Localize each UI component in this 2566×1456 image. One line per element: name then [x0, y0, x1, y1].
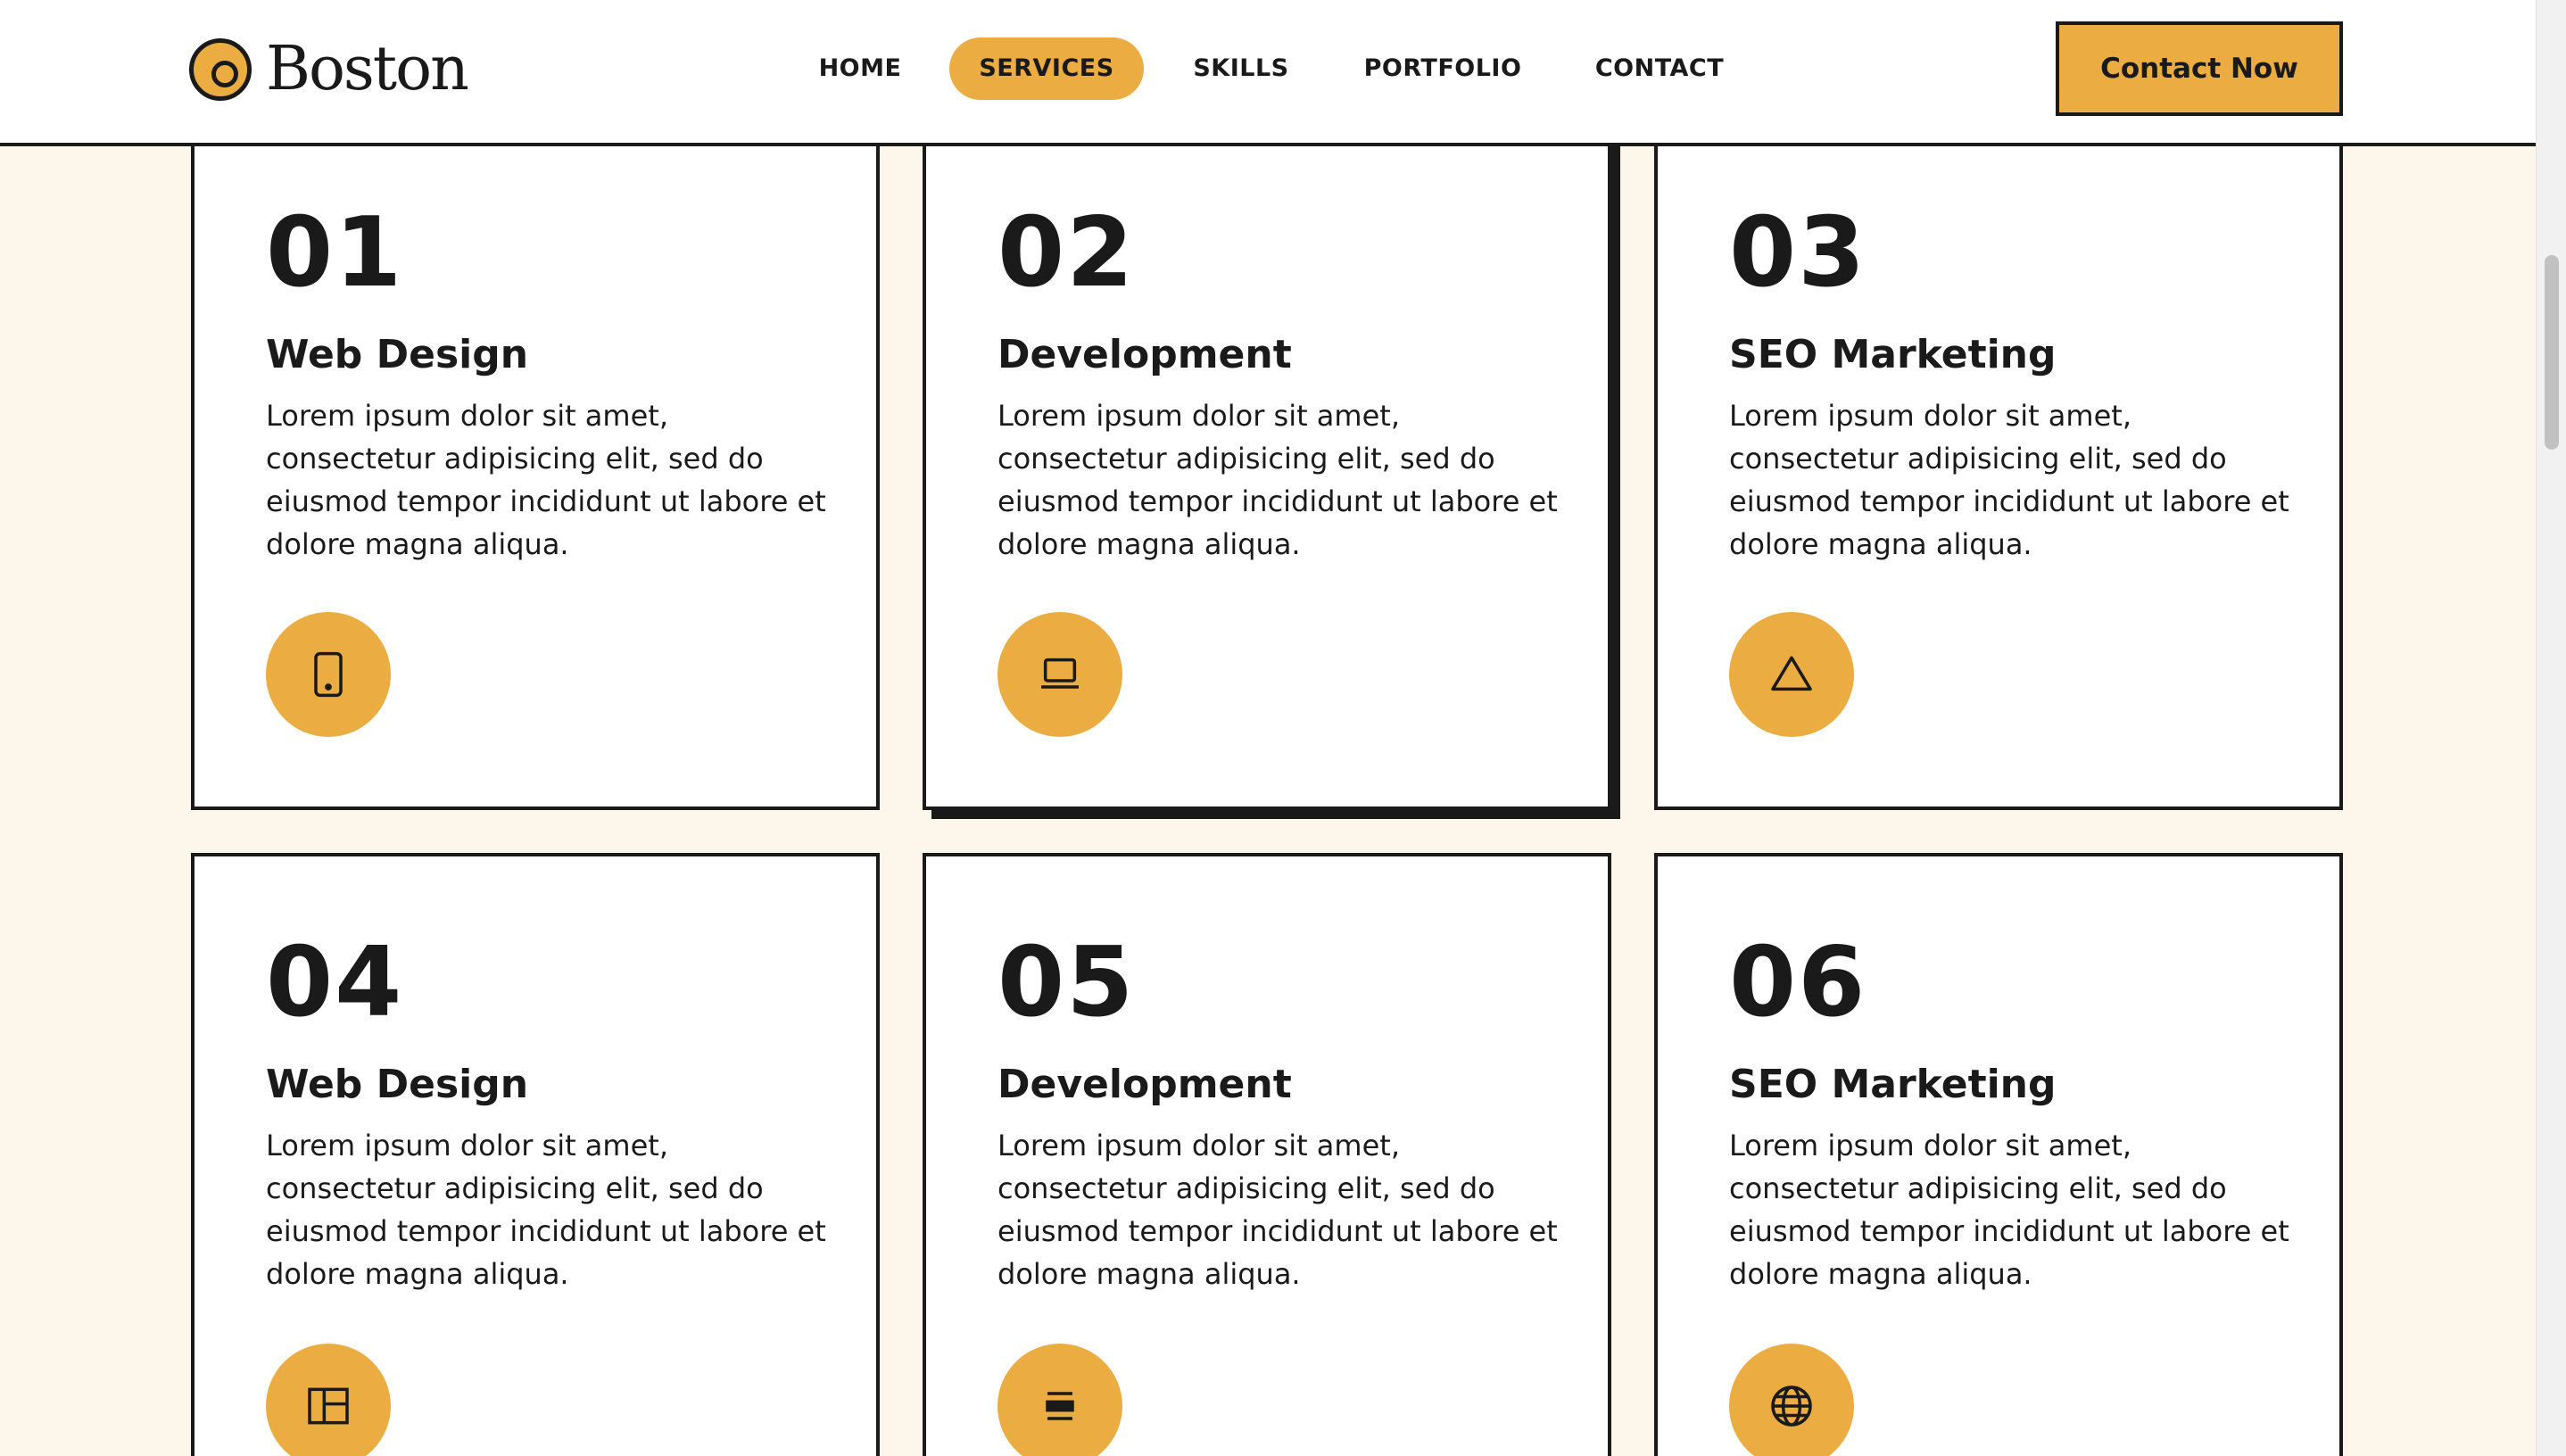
service-description: Lorem ipsum dolor sit amet, consectetur … — [266, 1129, 826, 1291]
service-number: 04 — [266, 927, 404, 1038]
service-description: Lorem ipsum dolor sit amet, consectetur … — [997, 399, 1558, 561]
tablet-icon — [314, 651, 343, 698]
triangle-icon — [1771, 656, 1812, 691]
service-title: SEO Marketing — [1729, 1062, 2057, 1107]
service-icon-badge — [997, 612, 1122, 737]
nav-item-home[interactable]: HOME — [807, 37, 914, 100]
service-number: 02 — [997, 197, 1136, 309]
service-card[interactable]: 04 Web Design Lorem ipsum dolor sit amet… — [191, 853, 880, 1456]
nav-item-services[interactable]: SERVICES — [949, 37, 1144, 100]
service-number: 01 — [266, 197, 404, 309]
service-card[interactable]: 03 SEO Marketing Lorem ipsum dolor sit a… — [1654, 134, 2343, 810]
globe-icon — [1771, 1386, 1812, 1427]
service-number: 03 — [1729, 197, 1867, 309]
service-icon-badge — [1729, 612, 1854, 737]
service-title: Web Design — [266, 1062, 529, 1107]
site-header: Boston HOME SERVICES SKILLS PORTFOLIO CO… — [0, 0, 2536, 146]
service-number: 06 — [1729, 927, 1867, 1038]
service-icon-badge — [1729, 1344, 1854, 1456]
nav-item-portfolio[interactable]: PORTFOLIO — [1345, 37, 1540, 100]
layout-icon — [308, 1387, 349, 1425]
service-icon-badge — [266, 1344, 391, 1456]
service-title: SEO Marketing — [1729, 332, 2057, 377]
service-title: Web Design — [266, 332, 529, 377]
nav-item-skills[interactable]: SKILLS — [1180, 37, 1303, 100]
scrollbar-thumb[interactable] — [2545, 255, 2559, 450]
service-description: Lorem ipsum dolor sit amet, consectetur … — [1729, 399, 2289, 561]
service-title: Development — [997, 1062, 1292, 1107]
menu-bars-icon — [1046, 1392, 1074, 1420]
service-icon-badge — [266, 612, 391, 737]
service-icon-badge — [997, 1344, 1122, 1456]
service-card[interactable]: 06 SEO Marketing Lorem ipsum dolor sit a… — [1654, 853, 2343, 1456]
contact-now-button[interactable]: Contact Now — [2056, 21, 2343, 116]
service-description: Lorem ipsum dolor sit amet, consectetur … — [997, 1129, 1558, 1291]
nav-item-contact[interactable]: CONTACT — [1579, 37, 1740, 100]
service-title: Development — [997, 332, 1292, 377]
service-number: 05 — [997, 927, 1136, 1038]
laptop-icon — [1041, 658, 1079, 689]
service-card[interactable]: 02 Development Lorem ipsum dolor sit ame… — [923, 134, 1611, 810]
page-scrollbar[interactable] — [2536, 0, 2566, 1456]
service-description: Lorem ipsum dolor sit amet, consectetur … — [1729, 1129, 2289, 1291]
service-card[interactable]: 05 Development Lorem ipsum dolor sit ame… — [923, 853, 1611, 1456]
service-card[interactable]: 01 Web Design Lorem ipsum dolor sit amet… — [191, 134, 880, 810]
service-description: Lorem ipsum dolor sit amet, consectetur … — [266, 399, 826, 561]
